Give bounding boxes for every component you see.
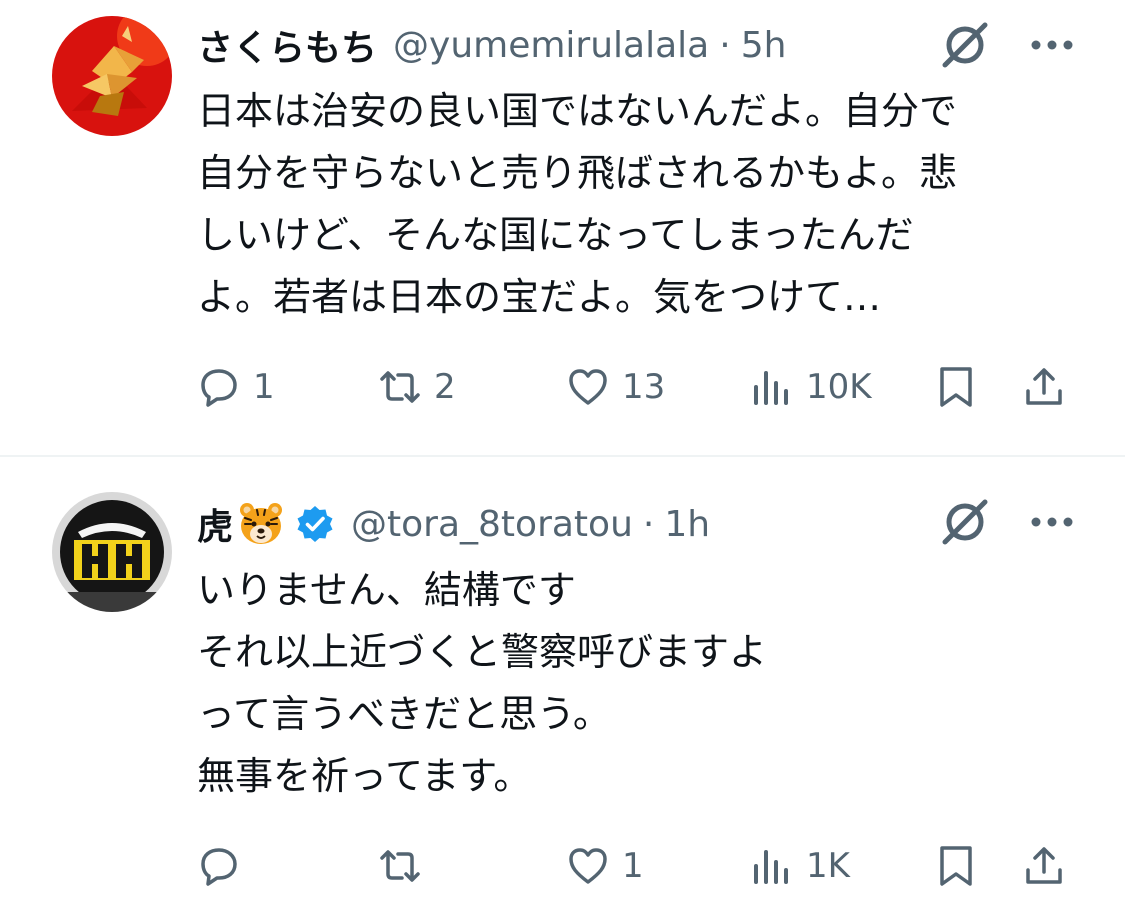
display-name[interactable]: 虎 — [197, 498, 233, 550]
bookmark-icon — [940, 846, 972, 886]
tweet-text-line: しいけど、そんな国になってしまったんだ — [197, 213, 914, 257]
tweet-text-line: よ。若者は日本の宝だよ。気をつけて… — [197, 275, 882, 319]
more-icon[interactable] — [1022, 492, 1082, 552]
like-count: 13 — [622, 367, 666, 407]
tweet-text-line: 無事を祈ってます。 — [197, 754, 532, 798]
tweet-text-line: 日本は治安の良い国ではないんだよ。自分で — [197, 89, 958, 133]
reply-count: 1 — [253, 367, 275, 407]
repost-button[interactable]: 2 — [378, 352, 456, 422]
separator: · — [642, 503, 655, 545]
grok-icon[interactable] — [935, 15, 995, 75]
avatar-image — [52, 16, 172, 136]
share-button[interactable] — [1022, 831, 1066, 901]
bookmark-icon — [940, 367, 972, 407]
user-handle[interactable]: @yumemirulalala — [393, 25, 709, 66]
like-button[interactable]: 13 — [566, 352, 665, 422]
tweet-text-line: 自分を守らないと売り飛ばされるかもよ。悲 — [197, 151, 958, 195]
separator: · — [719, 24, 731, 66]
like-button[interactable]: 1 — [566, 831, 644, 901]
avatar-tora[interactable] — [52, 492, 172, 612]
action-bar: 1 1K — [0, 831, 1125, 901]
more-icon[interactable] — [1022, 15, 1082, 75]
repost-icon — [380, 371, 420, 403]
tweet-header: 虎 @tora_8toratou · 1h — [197, 494, 710, 554]
repost-button[interactable] — [378, 831, 434, 901]
tweet-text: 日本は治安の良い国ではないんだよ。自分で 自分を守らないと売り飛ばされるかもよ。… — [197, 80, 1057, 328]
reply-icon — [201, 369, 237, 407]
display-name[interactable]: さくらもち — [197, 19, 377, 71]
views-count: 1K — [806, 846, 850, 886]
avatar-sakuramochi[interactable] — [52, 16, 172, 136]
action-bar: 1 2 13 10K — [0, 352, 1125, 422]
tweet-header: さくらもち @yumemirulalala · 5h — [197, 15, 786, 75]
grok-icon[interactable] — [935, 492, 995, 552]
like-count: 1 — [622, 846, 644, 886]
views-count: 10K — [806, 367, 872, 407]
tweet-text: いりません、結構です それ以上近づくと警察呼びますよ って言うべきだと思う。 無… — [197, 559, 1057, 807]
verified-badge-icon[interactable] — [295, 504, 335, 544]
avatar-image — [52, 492, 172, 612]
views-icon — [754, 371, 788, 405]
tweet-1[interactable]: さくらもち @yumemirulalala · 5h 日本は治安の良い国ではない… — [0, 0, 1125, 455]
repost-count: 2 — [434, 367, 456, 407]
reply-icon — [201, 848, 237, 886]
views-button[interactable]: 10K — [750, 352, 872, 422]
bookmark-button[interactable] — [934, 352, 978, 422]
share-icon — [1026, 847, 1062, 884]
views-icon — [754, 850, 788, 884]
timestamp[interactable]: 1h — [664, 504, 710, 545]
tiger-emoji-icon — [237, 500, 285, 548]
like-icon — [569, 848, 607, 884]
tweet-text-line: それ以上近づくと警察呼びますよ — [197, 630, 768, 674]
reply-button[interactable]: 1 — [197, 352, 275, 422]
tweet-text-line: いりません、結構です — [197, 568, 576, 612]
like-icon — [569, 369, 607, 405]
repost-icon — [380, 850, 420, 882]
share-icon — [1026, 368, 1062, 405]
timestamp[interactable]: 5h — [741, 25, 787, 66]
share-button[interactable] — [1022, 352, 1066, 422]
bookmark-button[interactable] — [934, 831, 978, 901]
reply-button[interactable] — [197, 831, 253, 901]
tweet-2[interactable]: 虎 @tora_8toratou · 1h いりません、結構です それ以上近づく… — [0, 457, 1125, 920]
tweet-text-line: って言うべきだと思う。 — [197, 692, 611, 736]
user-handle[interactable]: @tora_8toratou — [351, 504, 633, 545]
views-button[interactable]: 1K — [750, 831, 850, 901]
